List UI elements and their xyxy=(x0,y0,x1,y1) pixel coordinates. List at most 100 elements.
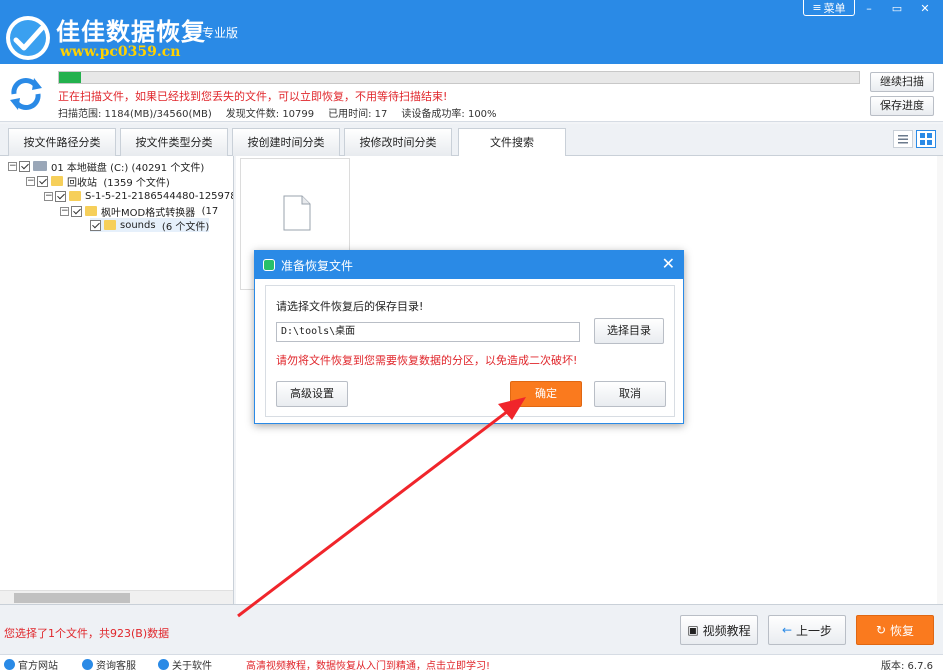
recycle-icon xyxy=(6,76,46,112)
recover-icon: ↻ xyxy=(876,623,886,637)
dialog-title-bar: 准备恢复文件 xyxy=(255,251,683,279)
prev-label: 上一步 xyxy=(796,622,832,639)
tree-checkbox[interactable] xyxy=(90,220,101,231)
tree-count: (40291 个文件) xyxy=(131,159,204,174)
scan-range: 扫描范围: 1184(MB)/34560(MB) xyxy=(58,105,212,120)
tree-checkbox[interactable] xyxy=(71,206,82,217)
tree-node-sounds[interactable]: sounds (6 个文件) xyxy=(90,218,209,232)
drive-icon xyxy=(33,161,47,171)
dialog-app-icon xyxy=(263,259,275,271)
window-controls: ≡ 菜单 – ▭ ✕ xyxy=(803,0,939,16)
scrollbar-thumb[interactable] xyxy=(14,593,130,603)
prev-step-button[interactable]: ← 上一步 xyxy=(768,615,846,645)
files-found: 发现文件数: 10799 xyxy=(226,105,314,120)
app-edition: 专业版 xyxy=(202,24,238,41)
cancel-button[interactable]: 取消 xyxy=(594,381,666,407)
tab-file-search[interactable]: 文件搜索 xyxy=(458,128,566,157)
video-label: 视频教程 xyxy=(703,622,751,639)
watermark: www.pc0359.cn xyxy=(60,44,180,60)
tab-by-path[interactable]: 按文件路径分类 xyxy=(8,128,116,156)
dialog-warning: 请勿将文件恢复到您需要恢复数据的分区，以免造成二次破坏! xyxy=(276,352,577,368)
promo-link[interactable]: 高清视频教程，数据恢复从入门到精通，点击立即学习! xyxy=(246,657,490,670)
dialog-body: 请选择文件恢复后的保存目录! D:\tools\桌面 选择目录 请勿将文件恢复到… xyxy=(265,285,675,417)
app-logo-icon xyxy=(2,10,56,64)
tree-label: 回收站 xyxy=(67,174,97,189)
tree-node-drive[interactable]: − 01 本地磁盘 (C:) (40291 个文件) xyxy=(8,159,204,173)
elapsed-time: 已用时间: 17 xyxy=(328,105,387,120)
selection-info: 您选择了1个文件，共923(B)数据 xyxy=(4,625,169,641)
grid-view-icon[interactable] xyxy=(916,130,936,148)
scan-progress-fill xyxy=(59,72,81,83)
official-site-label: 官方网站 xyxy=(18,657,58,670)
folder-icon xyxy=(104,220,116,230)
dialog-prompt: 请选择文件恢复后的保存目录! xyxy=(276,298,423,314)
tree-label: 枫叶MOD格式转换器 xyxy=(101,204,195,219)
home-icon xyxy=(4,659,15,670)
collapse-icon[interactable]: − xyxy=(26,177,35,186)
app-title: 佳佳数据恢复 xyxy=(56,12,206,47)
folder-icon xyxy=(51,176,63,186)
title-bar: 佳佳数据恢复 专业版 www.pc0359.cn ≡ 菜单 – ▭ ✕ xyxy=(0,0,943,64)
version-label: 版本: 6.7.6 xyxy=(881,657,933,670)
tree-node-converter[interactable]: − 枫叶MOD格式转换器 (17 xyxy=(60,204,218,218)
recover-label: 恢复 xyxy=(890,622,914,639)
save-progress-button[interactable]: 保存进度 xyxy=(870,96,934,116)
tree-node-sid[interactable]: − S-1-5-21-2186544480-12597845 xyxy=(44,189,234,203)
menu-button[interactable]: ≡ 菜单 xyxy=(803,0,855,16)
support-link[interactable]: 资询客服 xyxy=(82,657,136,670)
folder-icon xyxy=(69,191,81,201)
tab-by-modified[interactable]: 按修改时间分类 xyxy=(344,128,452,156)
about-label: 关于软件 xyxy=(172,657,212,670)
official-site-link[interactable]: 官方网站 xyxy=(4,657,58,670)
dialog-close-icon[interactable]: ✕ xyxy=(662,256,675,272)
tree-count: (1359 个文件) xyxy=(103,174,169,189)
scan-message: 正在扫描文件，如果已经找到您丢失的文件，可以立即恢复，不用等待扫描结束! xyxy=(58,88,447,104)
info-icon xyxy=(158,659,169,670)
dialog-title: 准备恢复文件 xyxy=(281,257,353,274)
continue-scan-button[interactable]: 继续扫描 xyxy=(870,72,934,92)
tree-checkbox[interactable] xyxy=(19,161,30,172)
tab-by-type[interactable]: 按文件类型分类 xyxy=(120,128,228,156)
arrow-left-icon: ← xyxy=(782,623,792,637)
folder-icon xyxy=(85,206,97,216)
content-vertical-scrollbar[interactable] xyxy=(937,156,943,604)
tree-node-recycle-bin[interactable]: − 回收站 (1359 个文件) xyxy=(26,174,170,188)
read-rate: 读设备成功率: 100% xyxy=(401,105,496,120)
tree-checkbox[interactable] xyxy=(37,176,48,187)
tree-label: 01 本地磁盘 (C:) xyxy=(51,159,128,174)
tab-by-created[interactable]: 按创建时间分类 xyxy=(232,128,340,156)
about-link[interactable]: 关于软件 xyxy=(158,657,212,670)
menu-label: 菜单 xyxy=(824,0,846,16)
scan-progress-bar xyxy=(58,71,860,84)
tree-label: S-1-5-21-2186544480-12597845 xyxy=(85,191,234,202)
status-bar: 官方网站 资询客服 关于软件 高清视频教程，数据恢复从入门到精通，点击立即学习!… xyxy=(0,654,943,670)
save-path-input[interactable]: D:\tools\桌面 xyxy=(276,322,580,342)
scan-stats: 扫描范围: 1184(MB)/34560(MB) 发现文件数: 10799 已用… xyxy=(58,105,497,120)
advanced-settings-button[interactable]: 高级设置 xyxy=(276,381,348,407)
video-tutorial-button[interactable]: ▣ 视频教程 xyxy=(680,615,758,645)
choose-directory-button[interactable]: 选择目录 xyxy=(594,318,664,344)
file-icon xyxy=(283,195,311,231)
scan-status-panel: 正在扫描文件，如果已经找到您丢失的文件，可以立即恢复，不用等待扫描结束! 扫描范… xyxy=(0,64,943,122)
recover-dialog: 准备恢复文件 ✕ 请选择文件恢复后的保存目录! D:\tools\桌面 选择目录… xyxy=(254,250,684,424)
tree-count: (6 个文件) xyxy=(162,218,209,233)
category-tabs: 按文件路径分类 按文件类型分类 按创建时间分类 按修改时间分类 文件搜索 xyxy=(0,124,943,156)
video-icon: ▣ xyxy=(687,623,698,637)
action-bar: 您选择了1个文件，共923(B)数据 ▣ 视频教程 ← 上一步 ↻ 恢复 xyxy=(0,604,943,654)
ok-button[interactable]: 确定 xyxy=(510,381,582,407)
tree-count: (17 xyxy=(202,206,219,217)
minimize-button[interactable]: – xyxy=(855,0,883,16)
close-button[interactable]: ✕ xyxy=(911,0,939,16)
support-label: 资询客服 xyxy=(96,657,136,670)
maximize-button[interactable]: ▭ xyxy=(883,0,911,16)
collapse-icon[interactable]: − xyxy=(8,162,17,171)
collapse-icon[interactable]: − xyxy=(44,192,53,201)
list-view-icon[interactable] xyxy=(893,130,913,148)
menu-icon: ≡ xyxy=(812,1,821,14)
recover-button[interactable]: ↻ 恢复 xyxy=(856,615,934,645)
tree-label: sounds xyxy=(120,220,156,231)
collapse-icon[interactable]: − xyxy=(60,207,69,216)
tree-checkbox[interactable] xyxy=(55,191,66,202)
folder-tree: − 01 本地磁盘 (C:) (40291 个文件) − 回收站 (1359 个… xyxy=(0,156,234,604)
tree-horizontal-scrollbar[interactable] xyxy=(0,590,234,604)
